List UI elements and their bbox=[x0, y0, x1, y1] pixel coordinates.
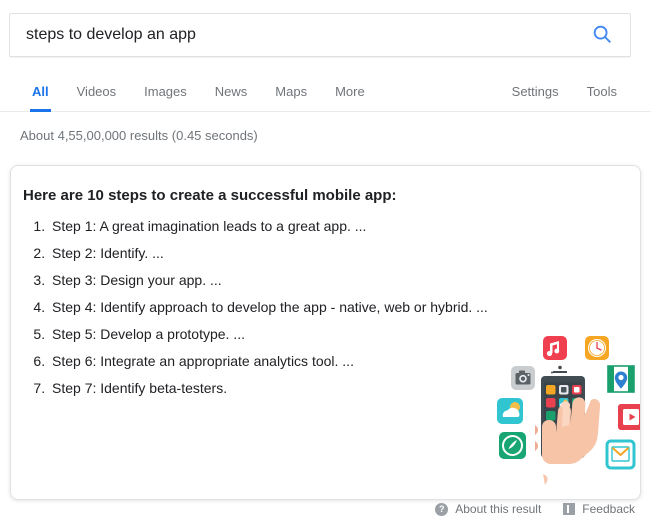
list-item: Step 3: Design your app. ... bbox=[49, 270, 504, 290]
flag-icon bbox=[563, 503, 576, 515]
tab-tools[interactable]: Tools bbox=[573, 76, 631, 104]
list-item: Step 1: A great imagination leads to a g… bbox=[49, 216, 504, 236]
list-item: Step 4: Identify approach to develop the… bbox=[49, 297, 504, 317]
hand-holding-smartphone-illustration bbox=[493, 328, 640, 496]
tab-images[interactable]: Images bbox=[130, 76, 201, 104]
list-item: Step 2: Identify. ... bbox=[49, 243, 504, 263]
mail-envelope-icon bbox=[605, 439, 636, 470]
search-icon bbox=[591, 23, 613, 48]
music-note-icon bbox=[543, 336, 567, 360]
tab-maps[interactable]: Maps bbox=[261, 76, 321, 104]
maps-pin-icon bbox=[607, 365, 635, 393]
tabs-right-group: Settings Tools bbox=[498, 76, 631, 112]
tab-all[interactable]: All bbox=[18, 76, 63, 112]
about-this-result-button[interactable]: ? About this result bbox=[435, 501, 541, 517]
list-item: Step 6: Integrate an appropriate analyti… bbox=[49, 351, 504, 371]
compass-clock-icon bbox=[499, 432, 526, 459]
weather-cloud-sun-icon bbox=[497, 398, 523, 424]
clock-icon bbox=[585, 336, 609, 360]
feedback-button[interactable]: Feedback bbox=[563, 501, 635, 517]
tab-news[interactable]: News bbox=[201, 76, 262, 104]
phone-top-indicator bbox=[551, 365, 567, 374]
list-item: Step 7: Identify beta-testers. bbox=[49, 378, 504, 398]
featured-snippet-card: Here are 10 steps to create a successful… bbox=[10, 165, 641, 500]
tabs-row: All Videos Images News Maps More Setting… bbox=[0, 76, 651, 112]
answer-heading: Here are 10 steps to create a successful… bbox=[23, 187, 397, 204]
search-bar[interactable] bbox=[9, 13, 631, 57]
question-circle-icon: ? bbox=[435, 502, 449, 516]
video-play-icon bbox=[618, 404, 640, 430]
search-input[interactable] bbox=[10, 14, 574, 56]
camera-icon bbox=[511, 366, 535, 390]
tabs-left-group: All Videos Images News Maps More bbox=[18, 76, 379, 112]
tab-videos[interactable]: Videos bbox=[63, 76, 131, 104]
snippet-footer: ? About this result Feedback bbox=[435, 501, 635, 517]
feedback-label: Feedback bbox=[582, 502, 635, 516]
about-this-result-label: About this result bbox=[455, 502, 542, 516]
tab-settings[interactable]: Settings bbox=[498, 76, 573, 104]
search-button[interactable] bbox=[574, 14, 630, 56]
tab-more[interactable]: More bbox=[321, 76, 379, 104]
result-stats: About 4,55,00,000 results (0.45 seconds) bbox=[20, 128, 258, 143]
list-item: Step 5: Develop a prototype. ... bbox=[49, 324, 504, 344]
steps-list: Step 1: A great imagination leads to a g… bbox=[23, 216, 504, 405]
